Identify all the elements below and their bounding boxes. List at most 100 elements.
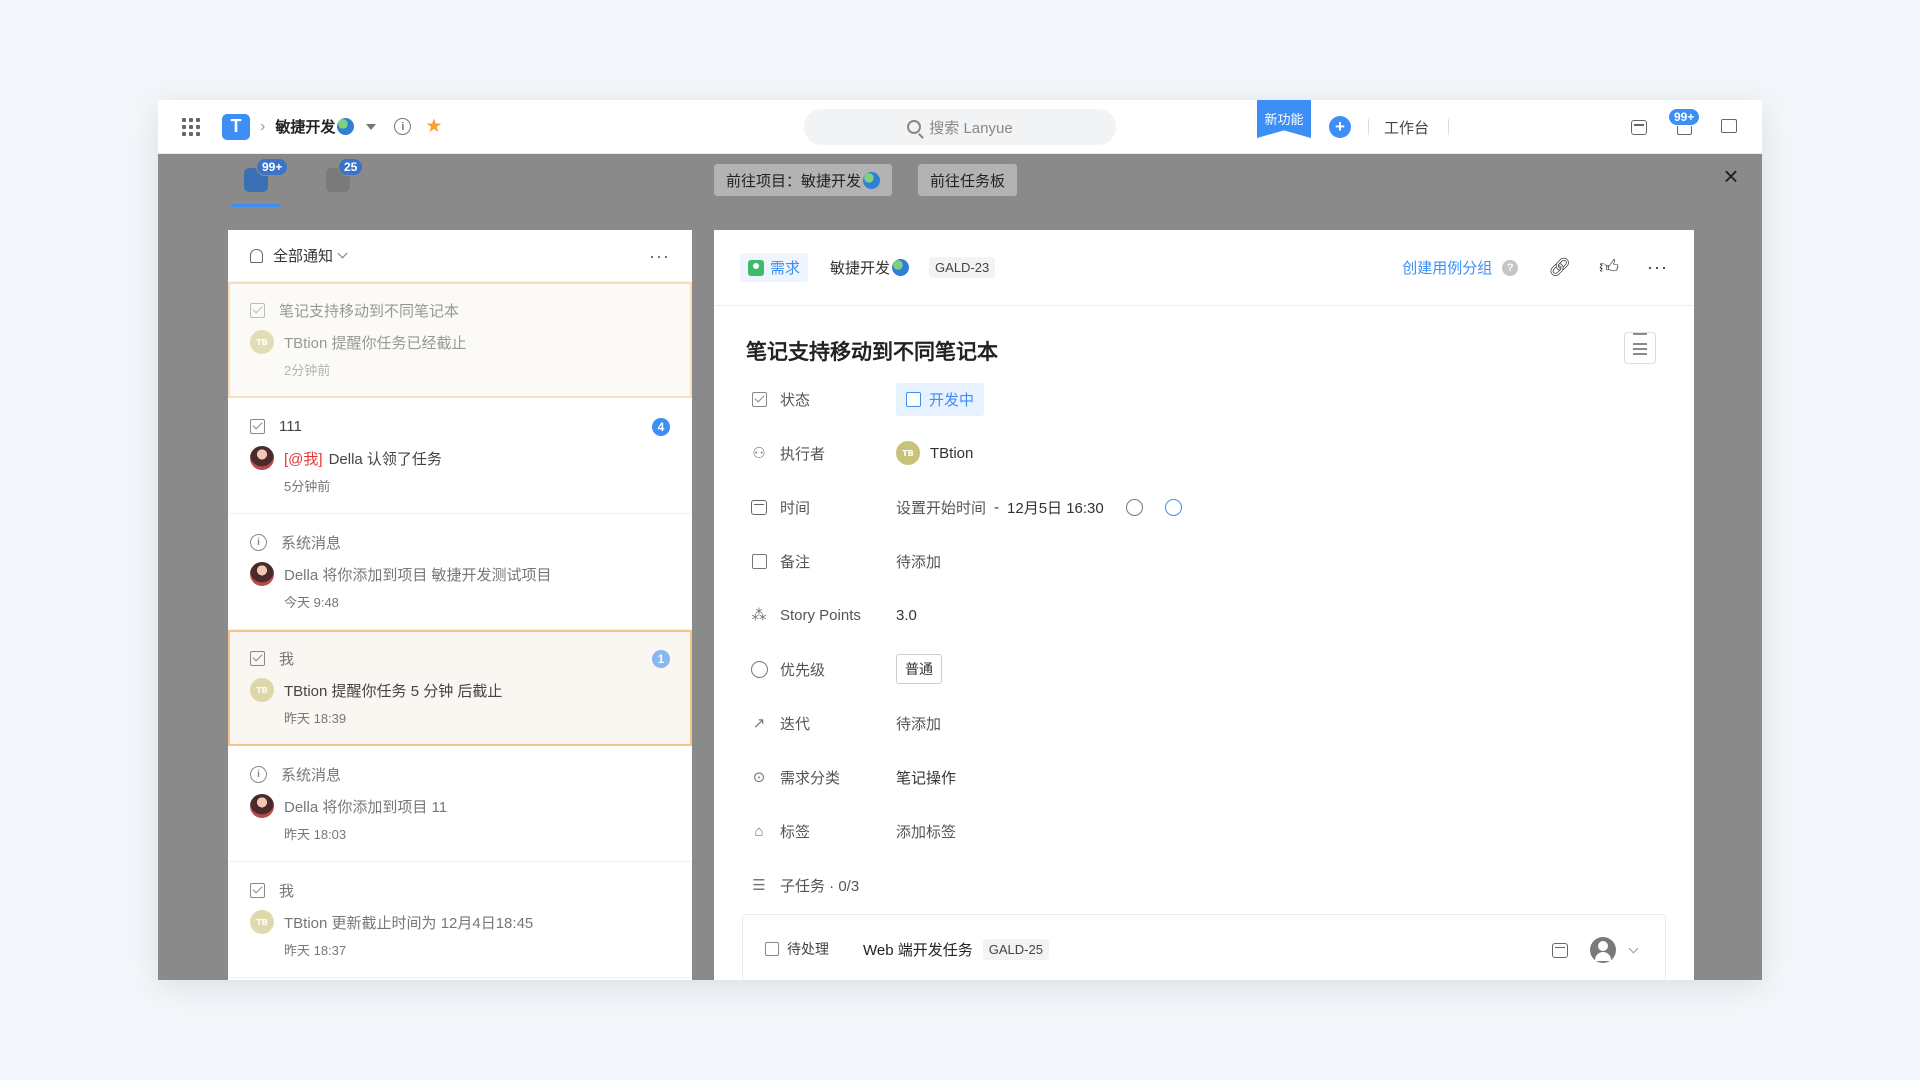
priority-icon [750,660,768,678]
status-value: 开发中 [929,391,975,409]
goto-board-button[interactable]: 前往任务板 [918,164,1018,196]
unread-count-badge: 1 [652,650,670,668]
info-icon: i [250,533,267,551]
notification-message: TBtion 提醒你任务 5 分钟 后截止 [284,682,503,700]
notification-filter[interactable]: 全部通知 ··· [228,230,692,282]
start-time-field[interactable]: 设置开始时间 [896,497,986,518]
calendar-icon[interactable] [1631,120,1647,135]
star-icon[interactable]: ★ [425,115,442,138]
task-code[interactable]: GALD-23 [929,257,996,278]
notification-message: TBtion 更新截止时间为 12月4日18:45 [284,914,534,932]
thumbs-up-icon[interactable]: 👍︎ [1599,256,1619,279]
info-icon[interactable]: i [394,118,412,135]
assignee-select[interactable]: TB TBtion [896,441,973,465]
field-label: 状态 [780,391,811,409]
type-tag-label: 需求 [770,260,801,277]
app-window: T › 敏捷开发 i ★ 搜索 Lanyue 新功能 + 工作台 99+ ? 邀… [158,100,1762,980]
task-title[interactable]: 笔记支持移动到不同笔记本 [746,336,998,366]
field-label: 优先级 [780,661,826,679]
subtask-label: 子任务 · 0/3 [780,877,860,895]
field-assignee: ⚇ 执行者 TB TBtion [750,438,1650,468]
status-icon [750,390,768,408]
type-tag[interactable]: 需求 [740,253,809,282]
notification-count-badge: 99+ [1668,108,1701,126]
notification-item[interactable]: i 系统消息 Della 将你添加到项目 11 昨天 18:03 [228,746,692,862]
status-select[interactable]: 开发中 [896,382,985,416]
field-subtasks: ☰ 子任务 · 0/3 [750,870,1650,900]
task-check-icon [250,302,265,318]
notification-item[interactable]: i 系统消息 Della 将你添加到项目 敏捷开发测试项目 今天 9:48 [228,514,692,630]
location-pin-icon: ⊙ [752,769,766,786]
notification-title: 笔记支持移动到不同笔记本 [279,302,460,320]
top-bar: T › 敏捷开发 i ★ 搜索 Lanyue 新功能 + 工作台 99+ ? 邀… [158,100,1762,154]
workbench-link[interactable]: 工作台 [1384,117,1429,138]
add-button[interactable]: + [1329,116,1351,138]
notification-time: 昨天 18:03 [284,827,347,842]
end-time-field[interactable]: 12月5日 16:30 [1007,497,1104,518]
notification-message: TBtion 提醒你任务已经截止 [284,334,467,352]
category-value[interactable]: 笔记操作 [896,767,956,788]
notification-item[interactable]: 我 TB TBtion 更新截止时间为 12月4日18:45 昨天 18:37 [228,862,692,978]
link-icon[interactable]: 🔗︎ [1548,257,1571,278]
note-value[interactable]: 待添加 [896,551,941,572]
add-tag-button[interactable]: 添加标签 [896,821,956,842]
goto-project-label: 前往项目：敏捷开发 [726,172,862,190]
repeat-icon[interactable] [1125,498,1143,516]
app-logo-icon[interactable]: T [222,113,250,140]
notification-title: 系统消息 [281,534,342,552]
goto-project-button[interactable]: 前往项目：敏捷开发 [714,164,893,196]
help-icon[interactable]: ? [1502,259,1519,276]
iteration-value[interactable]: 待添加 [896,713,941,734]
notification-title: 我 [279,650,295,668]
assignee-avatar-icon[interactable] [1590,937,1616,963]
priority-select[interactable]: 普通 [896,654,942,684]
story-points-value[interactable]: 3.0 [896,607,917,624]
notification-item[interactable]: 111 4 [@我] Della 认领了任务 5分钟前 [228,398,692,514]
field-category: ⊙ 需求分类 笔记操作 [750,762,1650,792]
more-icon[interactable]: ··· [649,246,670,267]
detail-project[interactable]: 敏捷开发 [830,257,910,278]
message-icon[interactable] [1721,119,1737,133]
create-case-group-link[interactable]: 创建用例分组 [1402,257,1492,278]
avatar: TB [250,910,274,934]
calendar-icon[interactable] [1552,942,1568,958]
chevron-down-icon[interactable] [1628,943,1639,953]
field-label: 备注 [780,553,811,571]
caret-down-icon[interactable] [366,123,377,130]
field-label: 执行者 [780,445,826,463]
apps-grid-icon[interactable] [182,117,200,136]
divider [1368,119,1369,135]
subtask-status-label: 待处理 [787,941,829,957]
notification-message: Della 认领了任务 [328,450,442,468]
task-check-icon [250,882,265,898]
assignee-name: TBtion [930,444,974,462]
notification-item[interactable]: 笔记支持移动到不同笔记本 TB TBtion 提醒你任务已经截止 2分钟前 [228,282,692,398]
avatar [250,446,274,470]
alarm-icon[interactable] [1164,498,1182,516]
field-iteration: ↗ 迭代 待添加 [750,708,1650,738]
filter-label: 全部通知 [273,248,334,265]
calendar-icon [750,498,768,516]
search-placeholder: 搜索 Lanyue [929,119,1013,137]
task-check-icon [250,418,265,434]
notification-item[interactable]: 我 1 TB TBtion 提醒你任务 5 分钟 后截止 昨天 18:39 [228,630,692,746]
subtask-row[interactable]: 待处理 Web 端开发任务 GALD-25 [742,914,1666,980]
story-points-icon: ⁂ [751,607,767,624]
subtask-title[interactable]: Web 端开发任务 [863,939,973,960]
tag-icon: ⌂ [754,822,764,840]
search-bar[interactable]: 搜索 Lanyue [804,109,1116,145]
close-icon[interactable]: × [1720,163,1742,189]
project-name[interactable]: 敏捷开发 [275,116,355,137]
new-feature-badge[interactable]: 新功能 [1257,100,1311,138]
more-icon[interactable]: ··· [1647,257,1668,278]
globe-icon [337,118,355,135]
mention-tag: [@我] [284,450,323,468]
avatar [250,562,274,586]
subtask-status[interactable]: 待处理 [765,939,829,959]
field-status: 状态 开发中 [750,382,1650,416]
outline-icon[interactable] [1624,332,1656,364]
list-icon: ☰ [752,877,766,894]
notification-title: 111 [279,417,302,435]
notification-time: 昨天 18:37 [284,943,347,958]
avatar: TB [896,441,920,465]
